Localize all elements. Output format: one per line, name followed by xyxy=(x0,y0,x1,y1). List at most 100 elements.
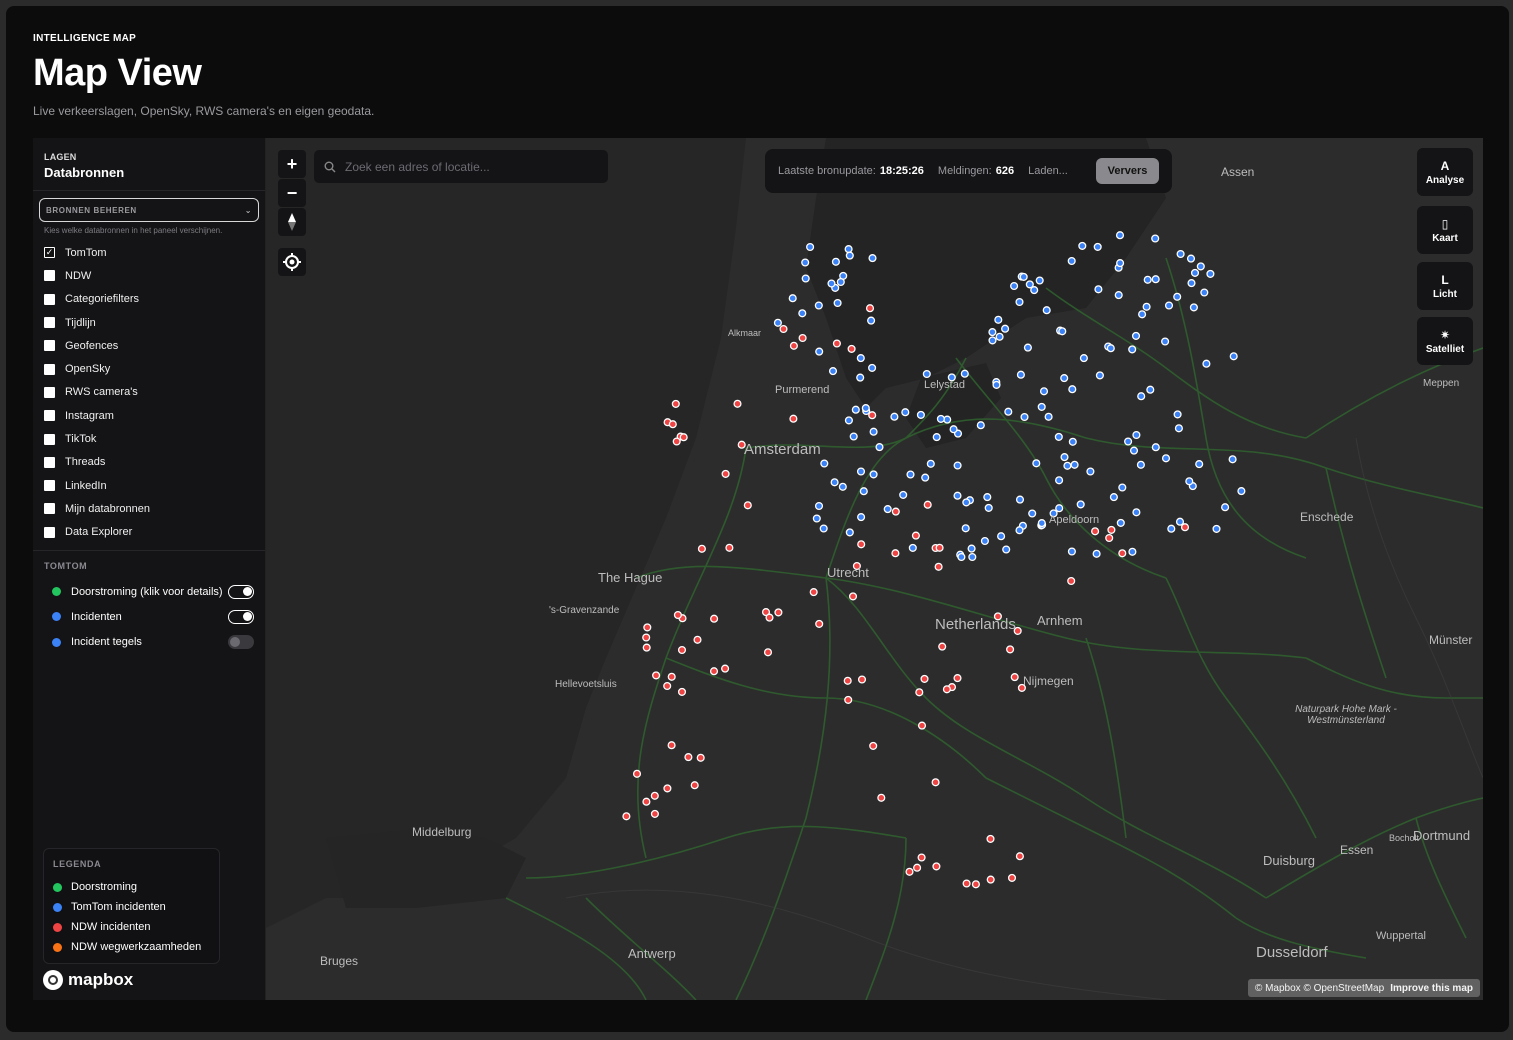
tomtom-incident-marker[interactable] xyxy=(968,552,977,562)
ndw-incident-marker[interactable] xyxy=(642,797,651,806)
tomtom-incident-marker[interactable] xyxy=(801,274,810,283)
tomtom-incident-marker[interactable] xyxy=(1136,460,1145,469)
tomtom-incident-marker[interactable] xyxy=(1001,324,1010,333)
ndw-incident-marker[interactable] xyxy=(679,433,688,442)
tomtom-incident-marker[interactable] xyxy=(994,315,1003,324)
tomtom-incident-marker[interactable] xyxy=(899,490,908,499)
tomtom-incident-marker[interactable] xyxy=(1228,455,1237,464)
tomtom-incident-marker[interactable] xyxy=(1068,385,1077,394)
tomtom-incident-marker[interactable] xyxy=(869,427,878,436)
tomtom-incident-marker[interactable] xyxy=(856,373,865,382)
ndw-incident-marker[interactable] xyxy=(986,875,995,884)
ndw-incident-marker[interactable] xyxy=(917,721,927,730)
tomtom-incident-marker[interactable] xyxy=(1173,292,1182,301)
tomtom-incident-marker[interactable] xyxy=(1212,524,1221,533)
ndw-incident-marker[interactable] xyxy=(632,769,642,778)
tomtom-incident-marker[interactable] xyxy=(1196,262,1205,271)
tomtom-incident-marker[interactable] xyxy=(1015,526,1024,535)
tomtom-incident-marker[interactable] xyxy=(988,328,997,337)
tomtom-incident-marker[interactable] xyxy=(961,524,970,533)
compass-button[interactable] xyxy=(278,208,306,236)
tomtom-incident-marker[interactable] xyxy=(1186,254,1196,263)
tomtom-incident-marker[interactable] xyxy=(1063,461,1072,470)
ndw-incident-marker[interactable] xyxy=(847,344,856,353)
ndw-incident-marker[interactable] xyxy=(673,610,682,620)
tomtom-incident-marker[interactable] xyxy=(957,552,966,562)
tomtom-incident-marker[interactable] xyxy=(1175,517,1185,526)
ndw-incident-marker[interactable] xyxy=(844,695,853,704)
tomtom-incident-marker[interactable] xyxy=(1030,286,1039,295)
ndw-incident-marker[interactable] xyxy=(671,399,680,408)
tomtom-incident-marker[interactable] xyxy=(1015,495,1025,504)
tomtom-incident-marker[interactable] xyxy=(1221,503,1230,512)
tomtom-incident-marker[interactable] xyxy=(992,380,1001,389)
ndw-incident-marker[interactable] xyxy=(798,333,807,343)
map-style-button-satelliet[interactable]: ✷ Satelliet xyxy=(1417,317,1473,365)
ndw-incident-marker[interactable] xyxy=(765,613,774,622)
source-checkbox-item[interactable]: Geofences xyxy=(44,334,254,357)
tomtom-incident-marker[interactable] xyxy=(1128,547,1137,556)
tomtom-incident-marker[interactable] xyxy=(1128,345,1137,354)
source-checkbox-item[interactable]: Mijn databronnen xyxy=(44,497,254,520)
tomtom-incident-marker[interactable] xyxy=(812,514,821,523)
ndw-incident-marker[interactable] xyxy=(690,781,699,790)
tomtom-incident-marker[interactable] xyxy=(1019,272,1028,281)
ndw-incident-marker[interactable] xyxy=(942,685,951,694)
ndw-incident-marker[interactable] xyxy=(652,671,661,680)
tomtom-incident-marker[interactable] xyxy=(788,294,797,303)
tomtom-incident-marker[interactable] xyxy=(1151,275,1160,284)
tomtom-incident-marker[interactable] xyxy=(1044,412,1053,421)
tomtom-incident-marker[interactable] xyxy=(1202,359,1211,368)
ndw-incident-marker[interactable] xyxy=(650,791,659,800)
tomtom-incident-marker[interactable] xyxy=(1195,460,1204,469)
ndw-incident-marker[interactable] xyxy=(891,507,900,516)
tomtom-incident-marker[interactable] xyxy=(1055,476,1064,485)
ndw-incident-marker[interactable] xyxy=(763,648,773,657)
zoom-in-button[interactable]: + xyxy=(278,150,306,178)
tomtom-incident-marker[interactable] xyxy=(868,254,877,263)
layer-toggle[interactable] xyxy=(228,609,254,624)
ndw-incident-marker[interactable] xyxy=(774,608,783,617)
tomtom-incident-marker[interactable] xyxy=(815,347,824,356)
tomtom-incident-marker[interactable] xyxy=(916,410,925,419)
tomtom-incident-marker[interactable] xyxy=(849,432,858,441)
tomtom-incident-marker[interactable] xyxy=(1151,234,1160,243)
source-checkbox-item[interactable]: Data Explorer xyxy=(44,521,254,544)
tomtom-incident-marker[interactable] xyxy=(1185,477,1194,486)
tomtom-incident-marker[interactable] xyxy=(869,470,878,479)
tomtom-incident-marker[interactable] xyxy=(1094,285,1103,294)
tomtom-incident-marker[interactable] xyxy=(1115,231,1125,240)
source-checkbox-item[interactable]: Tijdlijn xyxy=(44,311,254,334)
improve-map-link[interactable]: Improve this map xyxy=(1390,983,1473,994)
map-canvas[interactable]: Assen Alkmaar Purmerend Lelystad Meppen Amste… xyxy=(266,138,1483,1000)
ndw-incident-marker[interactable] xyxy=(891,549,900,558)
ndw-incident-marker[interactable] xyxy=(915,688,924,697)
ndw-incident-marker[interactable] xyxy=(696,753,705,762)
ndw-incident-marker[interactable] xyxy=(832,339,841,348)
tomtom-incident-marker[interactable] xyxy=(908,543,917,552)
ndw-incident-marker[interactable] xyxy=(868,411,877,420)
tomtom-incident-marker[interactable] xyxy=(1079,354,1088,363)
tomtom-incident-marker[interactable] xyxy=(1109,493,1118,502)
tomtom-incident-marker[interactable] xyxy=(883,505,892,514)
mapbox-logo[interactable]: mapbox xyxy=(43,970,133,990)
tomtom-incident-marker[interactable] xyxy=(838,482,847,491)
source-checkbox-item[interactable]: OpenSky xyxy=(44,357,254,380)
tomtom-incident-marker[interactable] xyxy=(906,470,915,479)
tomtom-incident-marker[interactable] xyxy=(1004,407,1013,416)
ndw-incident-marker[interactable] xyxy=(923,500,932,509)
source-checkbox-item[interactable]: NDW xyxy=(44,264,254,287)
tomtom-incident-marker[interactable] xyxy=(1010,281,1019,291)
tomtom-incident-marker[interactable] xyxy=(827,279,836,288)
checkbox-icon[interactable] xyxy=(44,317,55,329)
ndw-incident-marker[interactable] xyxy=(684,753,693,762)
tomtom-incident-marker[interactable] xyxy=(819,524,828,533)
checkbox-icon[interactable] xyxy=(44,526,55,538)
tomtom-incident-marker[interactable] xyxy=(1143,275,1152,284)
ndw-incident-marker[interactable] xyxy=(709,667,719,676)
tomtom-incident-marker[interactable] xyxy=(976,421,985,430)
tomtom-incident-marker[interactable] xyxy=(814,301,823,310)
ndw-incident-marker[interactable] xyxy=(971,880,980,889)
source-checkbox-item[interactable]: Instagram xyxy=(44,404,254,427)
tomtom-incident-marker[interactable] xyxy=(1167,524,1176,533)
